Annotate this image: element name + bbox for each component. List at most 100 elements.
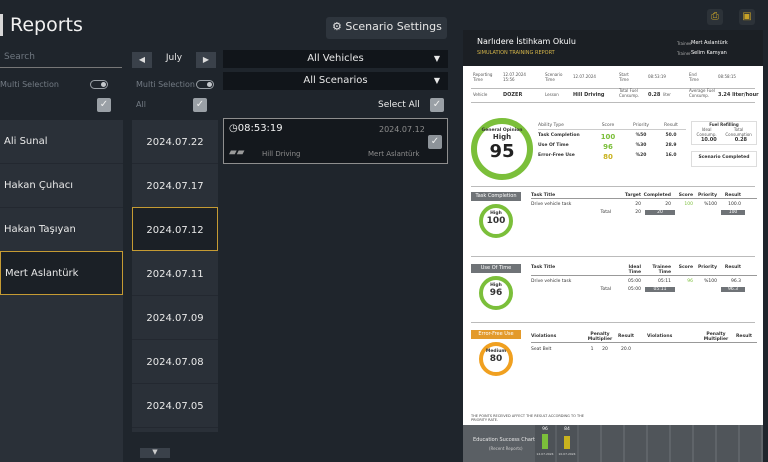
date-item[interactable]: 2024.07.11 [132, 252, 218, 296]
search-input[interactable]: Search [0, 48, 122, 68]
success-bar-date: 12.07.2024 [536, 452, 554, 456]
general-opinion-score: 95 [489, 141, 515, 162]
info-label: Reporting Time [473, 72, 493, 82]
cell: 96 [603, 143, 613, 151]
col-header: Priority [632, 123, 650, 128]
select-all-sessions-checkbox[interactable]: ✓ [430, 98, 444, 112]
ability-table: Ability Type Score Priority Result Task … [538, 123, 686, 161]
clock-icon: ◷ [229, 123, 238, 134]
task-completion-label: Task Completion [471, 192, 521, 201]
avg-fuel-label: Average Fuel Consump. [689, 88, 715, 98]
time-table: Task Title Ideal Time Trainee Time Score… [531, 265, 757, 292]
scroll-down-icon[interactable]: ▼ [140, 448, 170, 458]
user-item[interactable]: Ali Sunal [0, 120, 123, 164]
cell: 20 [665, 202, 671, 207]
reports-app: Reports Search Multi Selection ✓ Ali Sun… [0, 0, 768, 462]
col-header: Score [678, 193, 693, 198]
cell: Drive vehicle task [531, 202, 572, 207]
total-label: Total [600, 210, 611, 215]
cell: 100.0 [728, 202, 741, 207]
user-item[interactable]: Hakan Taşıyan [0, 208, 123, 252]
scenario-dropdown[interactable]: All Scenarios ▼ [223, 72, 448, 90]
cell: 20 [635, 210, 641, 215]
session-time: ◷08:53:19 [229, 123, 283, 134]
cell: 20 [635, 202, 641, 207]
col-header: Ability Type [538, 123, 564, 128]
report-subtitle: SIMULATION TRAINING REPORT [477, 50, 555, 56]
fuel-refilling-box: Fuel Refilling Ideal Consump. Total Cons… [691, 121, 757, 145]
date-multi-selection-toggle[interactable] [196, 80, 214, 89]
vehicle-dropdown[interactable]: All Vehicles ▼ [223, 50, 448, 68]
col-header: Task Title [531, 193, 556, 198]
session-checkbox[interactable]: ✓ [428, 135, 442, 149]
trainee-label: Trainee [677, 41, 692, 46]
total-label: Total [600, 287, 611, 292]
vehicle-dropdown-value: All Vehicles [307, 53, 364, 64]
date-item[interactable]: 2024.07.05 [132, 384, 218, 428]
print-icon[interactable]: ⎙ [707, 9, 723, 25]
user-name: Hakan Taşıyan [4, 224, 76, 235]
cell: 100 [684, 202, 693, 207]
select-all-dates-checkbox[interactable]: ✓ [193, 98, 207, 112]
user-name: Ali Sunal [4, 136, 48, 147]
col-header: Result [664, 123, 678, 128]
cell: 100 [600, 133, 616, 141]
error-free-use-label: Error-Free Use [471, 330, 521, 339]
task-table: Task Title Target Completed Score Priori… [531, 193, 757, 215]
save-icon[interactable]: ▣ [739, 9, 755, 25]
cell: 28.9 [665, 143, 677, 148]
select-all-users-checkbox[interactable]: ✓ [97, 98, 111, 112]
chart-label: Education Success Chart [473, 437, 535, 443]
col-header: Priority [698, 265, 717, 270]
success-bar-value: 84 [564, 427, 570, 432]
col-header: Result [735, 334, 753, 339]
general-opinion-level: High [492, 133, 512, 141]
user-item-selected[interactable]: Mert Aslantürk [0, 251, 123, 295]
cell: 05:11 [645, 287, 675, 292]
date-item[interactable]: 2024.07.08 [132, 340, 218, 384]
date-item-selected[interactable]: 2024.07.12 [132, 207, 218, 251]
multi-selection-toggle[interactable] [90, 80, 108, 89]
trainee-name: Mert Aslantürk [691, 40, 728, 46]
date-item[interactable]: 2024.07.17 [132, 164, 218, 208]
scenario-settings-button[interactable]: ⚙ Scenario Settings [326, 17, 447, 39]
user-name: Mert Aslantürk [5, 268, 79, 279]
info-value: 12.07.2024 15:56 [503, 72, 526, 82]
scenario-dropdown-value: All Scenarios [303, 75, 368, 86]
info-value: 08:58:15 [718, 74, 736, 79]
cell: 20.0 [620, 347, 632, 352]
error-score: 80 [489, 354, 503, 364]
task-score: 100 [486, 216, 506, 226]
date-list: 2024.07.22 2024.07.17 2024.07.12 2024.07… [132, 120, 218, 432]
chevron-down-icon: ▼ [433, 76, 440, 85]
fuel-value: 0.28 [648, 92, 661, 98]
success-bar-value: 96 [542, 427, 548, 432]
cell: 100 [721, 210, 745, 215]
scenario-settings-label: Scenario Settings [345, 20, 442, 33]
prev-month-button[interactable]: ◀ [132, 52, 152, 68]
error-free-use-gauge: Medium 80 [479, 342, 513, 376]
user-item[interactable]: Hakan Çuhacı [0, 164, 123, 208]
avg-fuel-value: 3.24 liter/hour [718, 92, 759, 98]
fuel-box-label: Total Consumption [725, 127, 752, 137]
col-header: Penalty Multiplier [703, 331, 729, 342]
cell: 05:00 [628, 287, 641, 292]
gear-icon: ⚙ [332, 20, 342, 33]
all-dates-label: All [136, 100, 146, 109]
error-table: Violations Penalty Multiplier Result Vio… [531, 331, 757, 352]
lesson-value: Hill Driving [573, 92, 605, 98]
date-item[interactable]: 2024.07.09 [132, 296, 218, 340]
next-month-button[interactable]: ▶ [196, 52, 216, 68]
date-multi-selection-label: Multi Selection [136, 80, 195, 89]
use-of-time-gauge: High 96 [479, 276, 513, 310]
report-header: Narlıdere İstihkam Okulu SIMULATION TRAI… [463, 30, 763, 66]
cell: 96.3 [721, 287, 745, 292]
scenario-completed-box: Scenario Completed [691, 151, 757, 167]
success-chart-footer: Education Success Chart (Recent Reports)… [463, 425, 763, 462]
cell: Seat Belt [531, 347, 552, 352]
date-item[interactable]: 2024.07.22 [132, 120, 218, 164]
cell: 16.0 [665, 153, 677, 158]
session-card[interactable]: ◷08:53:19 2024.07.12 ▰▰ Hill Driving Mer… [223, 118, 448, 164]
cell: Use Of Time [538, 143, 569, 148]
col-header: Violations [647, 334, 673, 339]
